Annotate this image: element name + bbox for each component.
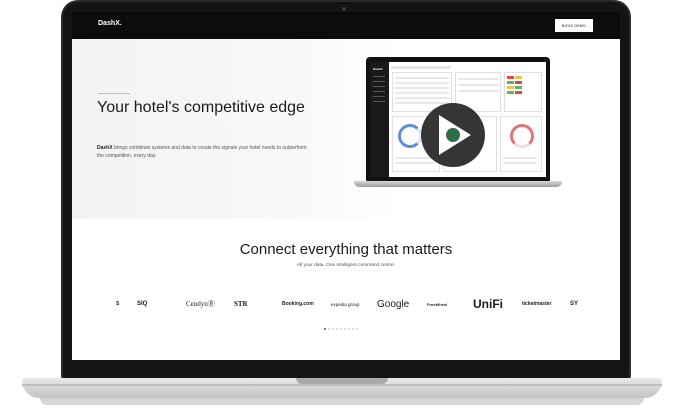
partner-logos: S SIQ CendynⓇ STR Booking.com expedia gr… (106, 295, 586, 313)
status-cell (515, 81, 522, 84)
table-row (395, 162, 435, 164)
status-cell (507, 81, 514, 84)
sidebar-line (373, 86, 385, 87)
hero-section: Your hotel's competitive edge DashX brin… (72, 39, 620, 219)
gauge-chart (510, 124, 534, 148)
siq-logo: SIQ (137, 301, 148, 307)
table-row (458, 78, 498, 80)
table-row (458, 84, 498, 86)
table-row (458, 90, 498, 92)
unifi-logo: UniFi (473, 297, 503, 311)
table-row (395, 92, 449, 94)
laptop-mockup: DashX. BOOK DEMO Your hotel's competitiv… (0, 0, 684, 415)
carousel-dot[interactable] (340, 328, 342, 330)
table-row (395, 102, 449, 104)
video-laptop-base (354, 181, 562, 187)
status-cell (507, 91, 514, 94)
booking-logo: Booking.com (282, 301, 314, 307)
site-logo[interactable]: DashX. (98, 20, 122, 27)
laptop-shadow (40, 398, 644, 405)
table-row (395, 82, 449, 84)
carousel-dot[interactable] (348, 328, 350, 330)
laptop-screen: DashX. BOOK DEMO Your hotel's competitiv… (72, 12, 620, 360)
table-row (395, 157, 435, 159)
dashboard-logo: DashX. (373, 67, 384, 71)
cendyn-logo: CendynⓇ (186, 300, 215, 308)
dashboard-sidebar: DashX. (370, 62, 389, 177)
freewheel-logo: FreeWheel (427, 301, 448, 307)
carousel-dot[interactable] (352, 328, 354, 330)
carousel-dot[interactable] (356, 328, 358, 330)
sidebar-line (373, 81, 385, 82)
sidebar-line (373, 101, 385, 102)
carousel-dots (324, 328, 358, 331)
hero-description-text: brings combines systems and data to crea… (97, 145, 307, 159)
table-row (395, 87, 449, 89)
table-row (503, 162, 537, 164)
gauge-chart (398, 124, 422, 148)
play-center-dot (446, 128, 460, 142)
status-cell (507, 86, 514, 89)
table-row (395, 77, 449, 79)
laptop-base-line (22, 384, 662, 386)
status-cell (507, 76, 514, 79)
sidebar-line (373, 91, 385, 92)
laptop-notch (296, 378, 388, 384)
sidebar-line (373, 96, 385, 97)
book-demo-button[interactable]: BOOK DEMO (555, 19, 593, 32)
status-cell (515, 91, 522, 94)
expedia-logo: expedia group (331, 301, 360, 307)
dashboard-toolbar (391, 66, 451, 69)
carousel-dot[interactable] (328, 328, 330, 330)
section-subtitle: All your data. One intelligent command c… (296, 263, 396, 268)
carousel-dot[interactable] (332, 328, 334, 330)
table-row (395, 97, 449, 99)
hero-description-brand: DashX (97, 145, 113, 151)
camera-icon (342, 7, 346, 11)
sidebar-line (373, 76, 385, 77)
ticketmaster-logo: ticketmaster (522, 301, 552, 307)
section-title: Connect everything that matters (239, 241, 453, 258)
hero-divider (98, 93, 130, 94)
hero-description: DashX brings combines systems and data t… (97, 144, 307, 160)
partial-logo: S (116, 301, 120, 307)
carousel-dot[interactable] (336, 328, 338, 330)
carousel-dot[interactable] (344, 328, 346, 330)
str-logo: STR (234, 300, 248, 308)
google-logo: Google (377, 298, 410, 310)
top-nav: DashX. BOOK DEMO (72, 12, 620, 39)
hero-title: Your hotel's competitive edge (97, 99, 305, 116)
carousel-dot[interactable] (324, 328, 326, 330)
table-row (503, 157, 537, 159)
status-cell (515, 76, 522, 79)
partial-logo: SY (570, 301, 579, 307)
status-cell (515, 86, 522, 89)
